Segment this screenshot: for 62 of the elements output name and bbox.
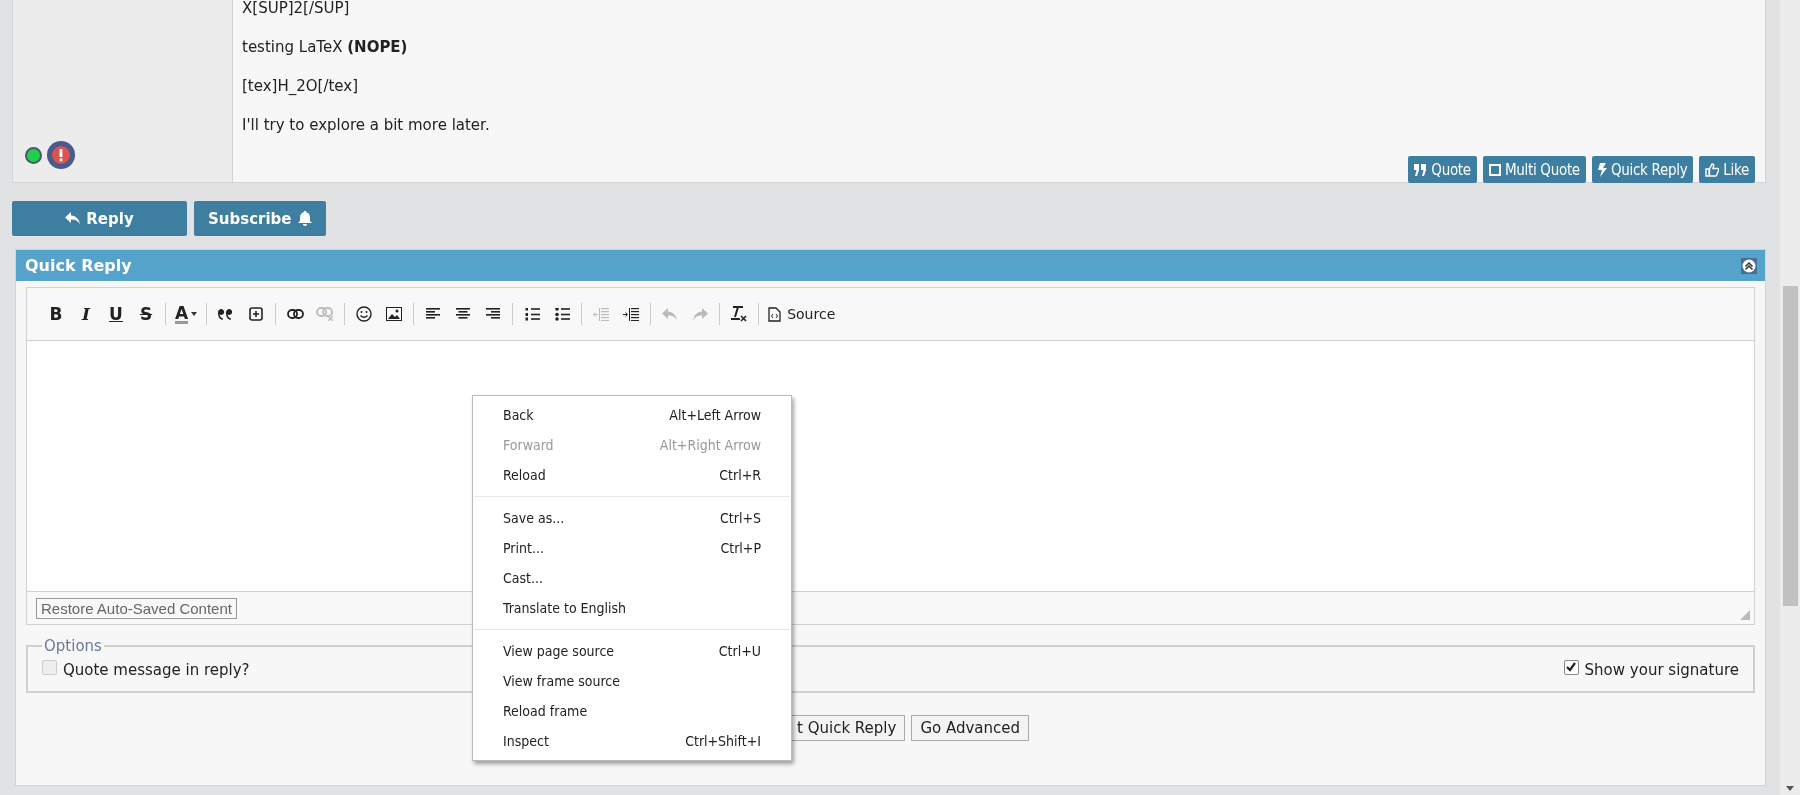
list-icon	[524, 307, 540, 321]
menu-item[interactable]: Save as... Ctrl+S	[473, 503, 791, 533]
toolbar-button[interactable]: B	[41, 299, 71, 329]
redo-icon	[692, 307, 709, 321]
thread-button[interactable]: Reply	[12, 201, 187, 236]
clear-format-icon	[730, 306, 749, 322]
toolbar-button[interactable]: Source	[763, 299, 841, 329]
panel-title: Quick Reply	[25, 256, 132, 275]
checkbox[interactable]	[1563, 659, 1579, 675]
post-action-button[interactable]: Quote	[1408, 156, 1477, 183]
thread-button[interactable]: Subscribe	[194, 201, 326, 236]
text-align-icon	[456, 308, 471, 320]
link-icon	[286, 309, 304, 319]
quote-icon	[218, 308, 235, 320]
post-text: X[SUP]2[/SUP]	[242, 0, 351, 17]
post-action-button[interactable]: Multi Quote	[1482, 156, 1586, 183]
checkbox-label: Show your signature	[1584, 661, 1739, 679]
toolbar-button[interactable]: A	[170, 299, 203, 329]
square-icon	[1488, 163, 1501, 176]
resize-grip-icon[interactable]	[1740, 610, 1750, 620]
reply-arrow-icon	[65, 212, 81, 225]
bell-icon	[297, 211, 312, 226]
post-action-button[interactable]: Quick Reply	[1591, 156, 1694, 183]
menu-item[interactable]: View frame source	[473, 666, 791, 696]
menu-item[interactable]: Cast...	[473, 563, 791, 593]
thumbs-up-icon	[1705, 162, 1720, 177]
toolbar-button[interactable]: S	[131, 299, 161, 329]
collapse-icon[interactable]	[1741, 257, 1757, 274]
form-button[interactable]: Go Advanced	[911, 715, 1030, 741]
indent-icon	[593, 307, 610, 321]
post-text: I'll try to explore a bit more later.	[242, 117, 491, 134]
toolbar-button[interactable]: I	[71, 299, 101, 329]
text-align-icon	[426, 308, 441, 320]
smiley-icon	[356, 306, 373, 322]
quote-icon	[1414, 163, 1428, 176]
menu-item[interactable]: Translate to English	[473, 593, 791, 623]
menu-item[interactable]: Back Alt+Left Arrow	[473, 400, 791, 430]
image-icon	[386, 307, 403, 321]
toolbar-button[interactable]: U	[101, 299, 131, 329]
restore-button[interactable]: Restore Auto-Saved Content	[36, 597, 237, 619]
post-text: [tex]H_2O[/tex]	[242, 78, 360, 95]
scroll-down-icon[interactable]	[1786, 786, 1794, 791]
caret-icon	[191, 312, 198, 316]
indent-icon	[623, 307, 640, 321]
bolt-icon	[1597, 162, 1607, 177]
list-icon	[554, 307, 570, 321]
post-action-button[interactable]: Like	[1699, 156, 1755, 183]
undo-icon	[662, 307, 679, 321]
scrollbar[interactable]	[1780, 0, 1800, 795]
menu-item[interactable]: Print... Ctrl+P	[473, 533, 791, 563]
text-align-icon	[486, 308, 501, 320]
menu-item[interactable]: Inspect Ctrl+Shift+I	[473, 726, 791, 756]
plus-box-icon	[249, 307, 264, 321]
checkbox-label: Quote message in reply?	[63, 661, 250, 679]
post-text: testing LaTeX (NOPE)	[242, 39, 409, 56]
source-icon	[768, 306, 782, 322]
menu-item[interactable]: View page source Ctrl+U	[473, 636, 791, 666]
menu-item[interactable]: Reload Ctrl+R	[473, 460, 791, 490]
options-legend: Options	[42, 637, 104, 655]
unlink-icon	[316, 307, 335, 321]
menu-item[interactable]: Reload frame	[473, 696, 791, 726]
report-icon[interactable]	[46, 140, 76, 170]
